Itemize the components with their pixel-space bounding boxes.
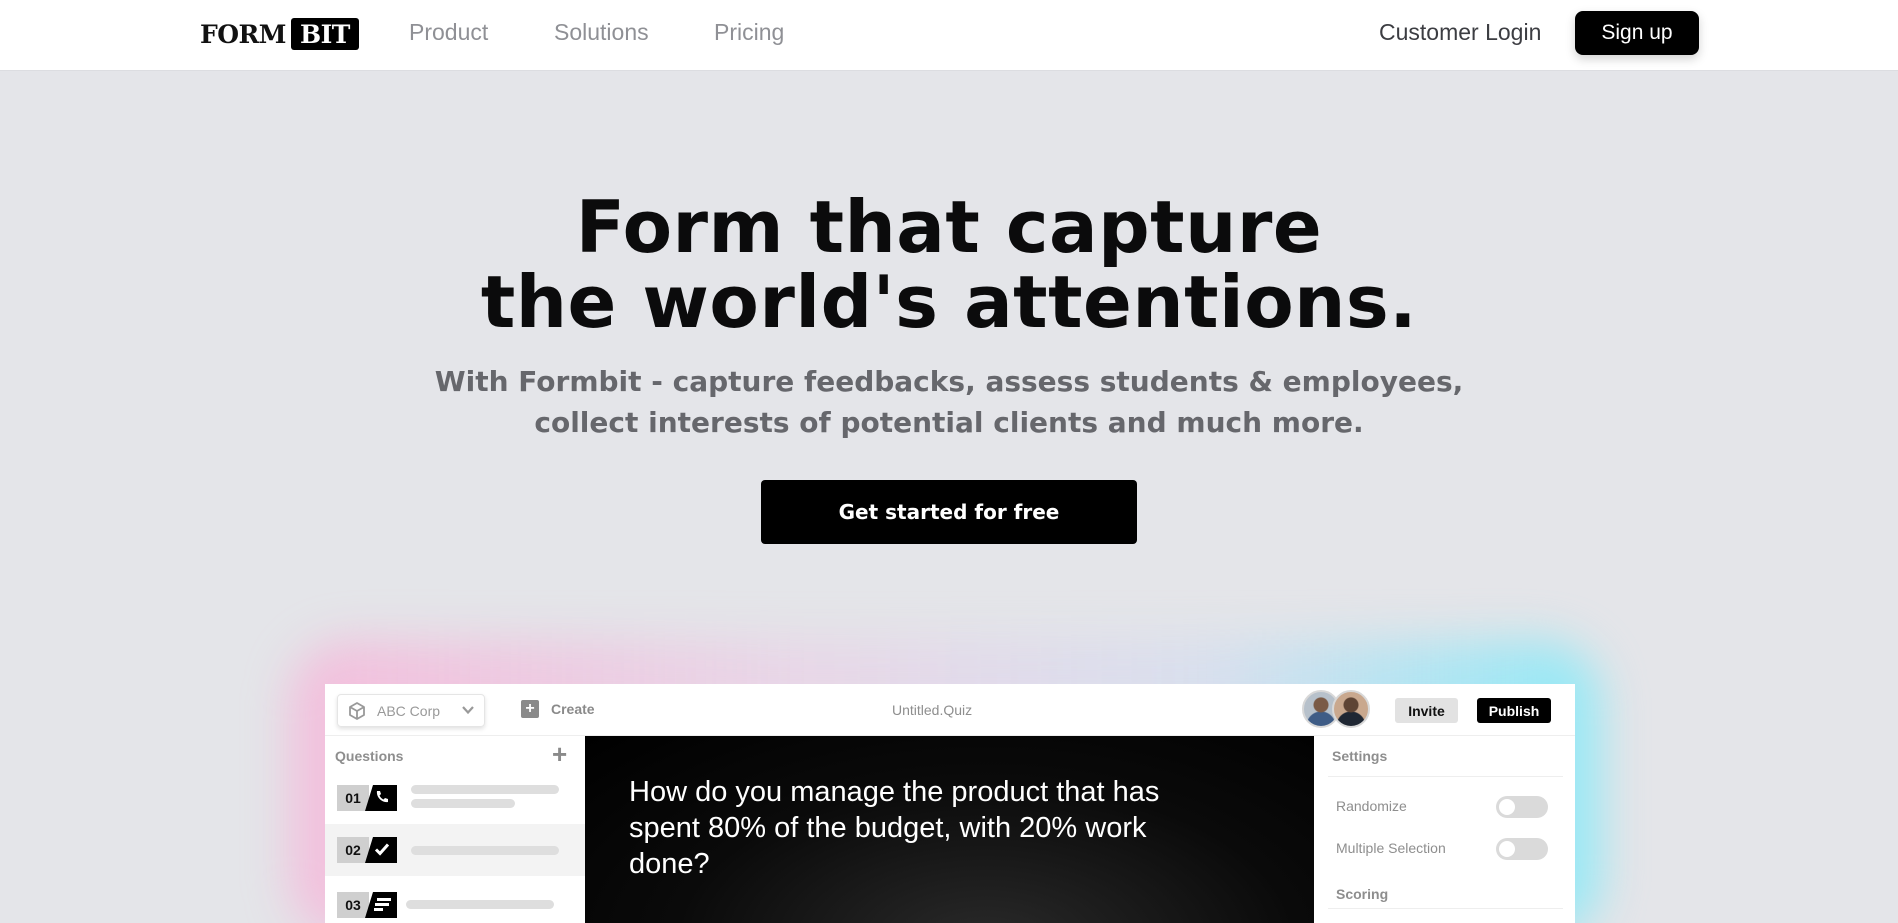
question-text[interactable]: How do you manage the product that has s… <box>629 774 1229 882</box>
placeholder-line <box>406 900 554 909</box>
placeholder-line <box>411 799 515 808</box>
top-nav: FORM BIT Product Solutions Pricing Custo… <box>0 0 1898 71</box>
create-button[interactable]: + Create <box>521 700 595 718</box>
logo-text-bit: BIT <box>290 18 359 50</box>
text-lines-icon <box>365 892 397 918</box>
questions-header: Questions <box>335 748 404 764</box>
question-number: 02 <box>337 837 369 863</box>
customer-login-link[interactable]: Customer Login <box>1379 19 1541 46</box>
check-icon <box>365 837 397 863</box>
app-preview: ABC Corp + Create Untitled.Quiz Invite P… <box>325 684 1575 923</box>
question-badge: 03 <box>337 892 397 918</box>
question-item-01[interactable]: 01 <box>325 772 585 824</box>
scoring-header: Scoring <box>1336 886 1389 902</box>
nav-link-product[interactable]: Product <box>409 19 488 46</box>
divider <box>1328 908 1563 909</box>
randomize-toggle[interactable] <box>1496 796 1548 818</box>
question-badge: 01 <box>337 785 397 811</box>
get-started-button[interactable]: Get started for free <box>761 480 1137 544</box>
cube-icon <box>347 701 367 721</box>
hero-title: Form that capture the world's attentions… <box>0 190 1898 340</box>
question-item-03[interactable]: 03 <box>325 876 585 923</box>
randomize-label: Randomize <box>1336 798 1407 814</box>
app-toolbar: ABC Corp + Create Untitled.Quiz Invite P… <box>325 684 1575 736</box>
create-label: Create <box>551 701 595 717</box>
hero-title-line-1: Form that capture <box>575 185 1323 269</box>
logo-text-form: FORM <box>200 19 286 49</box>
invite-button[interactable]: Invite <box>1395 698 1458 723</box>
org-select[interactable]: ABC Corp <box>337 694 485 727</box>
settings-header: Settings <box>1332 748 1388 764</box>
chevron-down-icon <box>461 703 475 717</box>
nav-link-pricing[interactable]: Pricing <box>714 19 784 46</box>
placeholder-line <box>411 846 559 855</box>
formbit-logo[interactable]: FORM BIT <box>200 18 359 50</box>
org-name: ABC Corp <box>377 702 441 719</box>
collaborator-avatars <box>1302 690 1374 730</box>
question-badge: 02 <box>337 837 397 863</box>
hero-subtitle: With Formbit - capture feedbacks, assess… <box>0 361 1898 443</box>
phone-icon <box>365 785 397 811</box>
question-item-02[interactable]: 02 <box>325 824 585 876</box>
multiple-selection-toggle[interactable] <box>1496 838 1548 860</box>
nav-link-solutions[interactable]: Solutions <box>554 19 649 46</box>
placeholder-line <box>411 785 559 794</box>
question-number: 03 <box>337 892 369 918</box>
avatar[interactable] <box>1332 690 1370 728</box>
hero-subtitle-line-1: With Formbit - capture feedbacks, assess… <box>434 365 1464 398</box>
publish-button[interactable]: Publish <box>1477 698 1551 723</box>
sign-up-button[interactable]: Sign up <box>1575 11 1699 55</box>
document-title[interactable]: Untitled.Quiz <box>892 702 972 718</box>
plus-icon: + <box>521 700 539 718</box>
multiple-selection-label: Multiple Selection <box>1336 840 1446 856</box>
hero-subtitle-line-2: collect interests of potential clients a… <box>534 406 1364 439</box>
question-number: 01 <box>337 785 369 811</box>
questions-sidebar: Questions + 01 02 03 <box>325 736 585 923</box>
question-stage: How do you manage the product that has s… <box>585 736 1314 923</box>
settings-panel: Settings Randomize Multiple Selection Sc… <box>1314 736 1575 923</box>
hero-title-line-2: the world's attentions. <box>480 260 1418 344</box>
add-question-icon[interactable]: + <box>552 741 567 767</box>
divider <box>1328 776 1563 777</box>
